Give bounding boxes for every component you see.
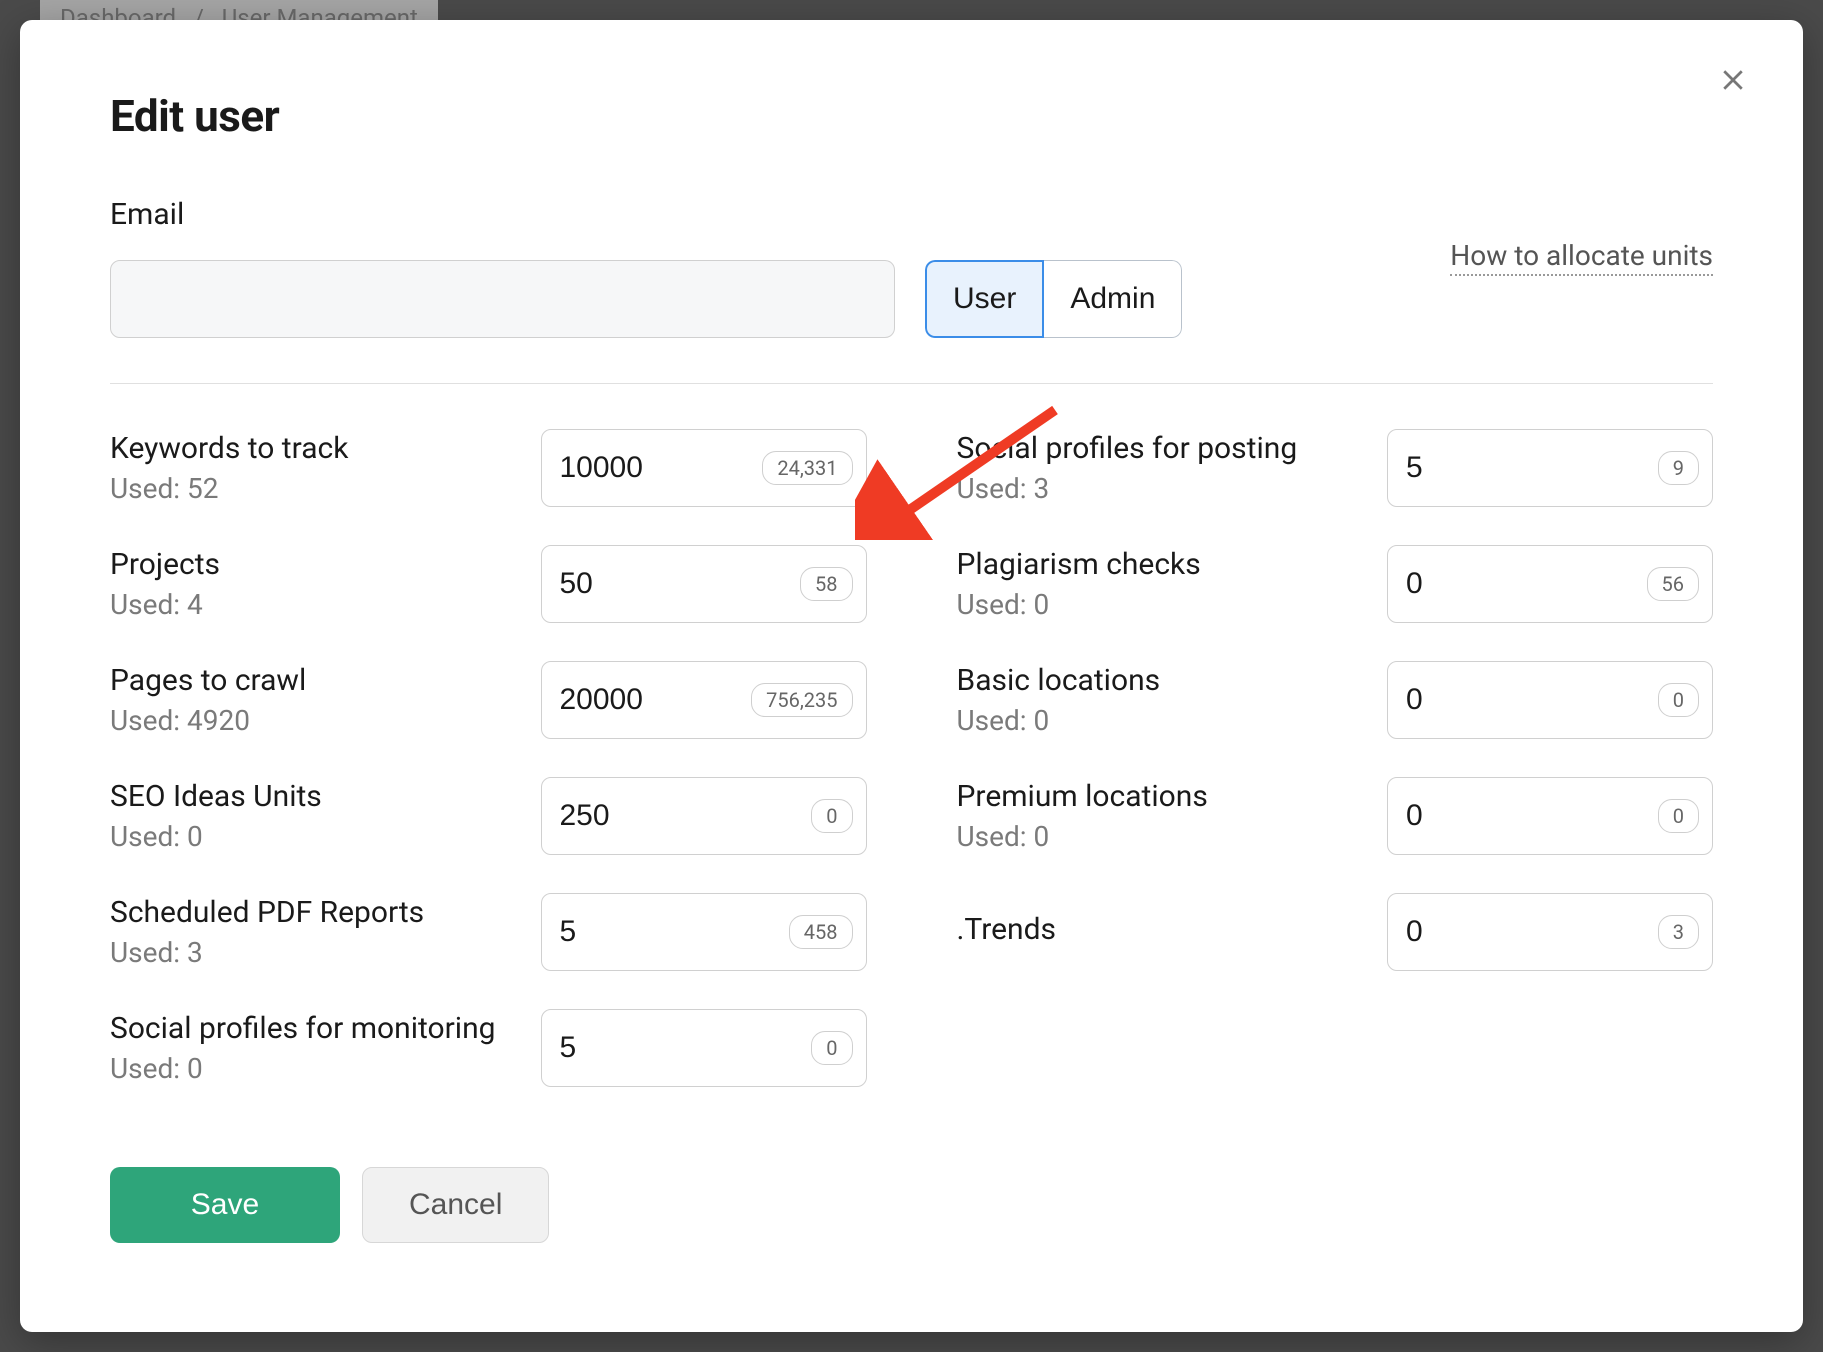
limit-pages-to-crawl: Pages to crawl Used: 4920 756,235: [110, 661, 867, 739]
email-label: Email: [110, 197, 895, 232]
limit-label: SEO Ideas Units: [110, 779, 511, 814]
limit-label: Social profiles for monitoring: [110, 1011, 511, 1046]
close-button[interactable]: [1713, 60, 1753, 100]
limit-used: Used: 3: [110, 936, 511, 969]
role-admin-button[interactable]: Admin: [1044, 260, 1182, 338]
help-link[interactable]: How to allocate units: [1450, 239, 1713, 276]
limit-social-profiles-monitoring: Social profiles for monitoring Used: 0 0: [110, 1009, 867, 1087]
limit-badge: 58: [800, 567, 852, 601]
modal-actions: Save Cancel: [110, 1167, 1713, 1243]
limit-trends: .Trends 3: [957, 893, 1714, 971]
limit-projects: Projects Used: 4 58: [110, 545, 867, 623]
limit-badge: 0: [811, 799, 852, 833]
limit-badge: 0: [1658, 799, 1699, 833]
limit-used: Used: 0: [110, 820, 511, 853]
limit-badge: 56: [1647, 567, 1699, 601]
limit-basic-locations: Basic locations Used: 0 0: [957, 661, 1714, 739]
limit-badge: 756,235: [751, 683, 852, 717]
limit-keywords-to-track: Keywords to track Used: 52 24,331: [110, 429, 867, 507]
limit-badge: 458: [789, 915, 853, 949]
limit-plagiarism-checks: Plagiarism checks Used: 0 56: [957, 545, 1714, 623]
top-row: Email User Admin How to allocate units: [110, 197, 1713, 384]
limit-label: Projects: [110, 547, 511, 582]
limit-label: Plagiarism checks: [957, 547, 1358, 582]
save-button[interactable]: Save: [110, 1167, 340, 1243]
limit-label: Keywords to track: [110, 431, 511, 466]
limit-label: Scheduled PDF Reports: [110, 895, 511, 930]
limit-used: Used: 0: [110, 1052, 511, 1085]
email-input[interactable]: [110, 260, 895, 338]
edit-user-modal: Edit user Email User Admin How to alloca…: [20, 20, 1803, 1332]
limit-badge: 9: [1658, 451, 1699, 485]
limit-used: Used: 52: [110, 472, 511, 505]
role-toggle: User Admin: [925, 260, 1182, 338]
limit-badge: 0: [811, 1031, 852, 1065]
limit-label: .Trends: [957, 912, 1358, 947]
limit-premium-locations: Premium locations Used: 0 0: [957, 777, 1714, 855]
limits-grid: Keywords to track Used: 52 24,331 Social…: [110, 429, 1713, 1087]
limit-scheduled-pdf-reports: Scheduled PDF Reports Used: 3 458: [110, 893, 867, 971]
limit-used: Used: 0: [957, 820, 1358, 853]
close-icon: [1718, 65, 1748, 95]
role-user-button[interactable]: User: [925, 260, 1044, 338]
limit-used: Used: 4920: [110, 704, 511, 737]
limit-social-profiles-posting: Social profiles for posting Used: 3 9: [957, 429, 1714, 507]
limit-label: Basic locations: [957, 663, 1358, 698]
limit-used: Used: 0: [957, 588, 1358, 621]
limit-badge: 3: [1658, 915, 1699, 949]
limit-label: Pages to crawl: [110, 663, 511, 698]
limit-badge: 24,331: [762, 451, 852, 485]
limit-used: Used: 0: [957, 704, 1358, 737]
limit-used: Used: 4: [110, 588, 511, 621]
cancel-button[interactable]: Cancel: [362, 1167, 549, 1243]
modal-title: Edit user: [110, 90, 1713, 142]
limit-label: Premium locations: [957, 779, 1358, 814]
limit-badge: 0: [1658, 683, 1699, 717]
limit-label: Social profiles for posting: [957, 431, 1358, 466]
limit-used: Used: 3: [957, 472, 1358, 505]
limit-seo-ideas-units: SEO Ideas Units Used: 0 0: [110, 777, 867, 855]
